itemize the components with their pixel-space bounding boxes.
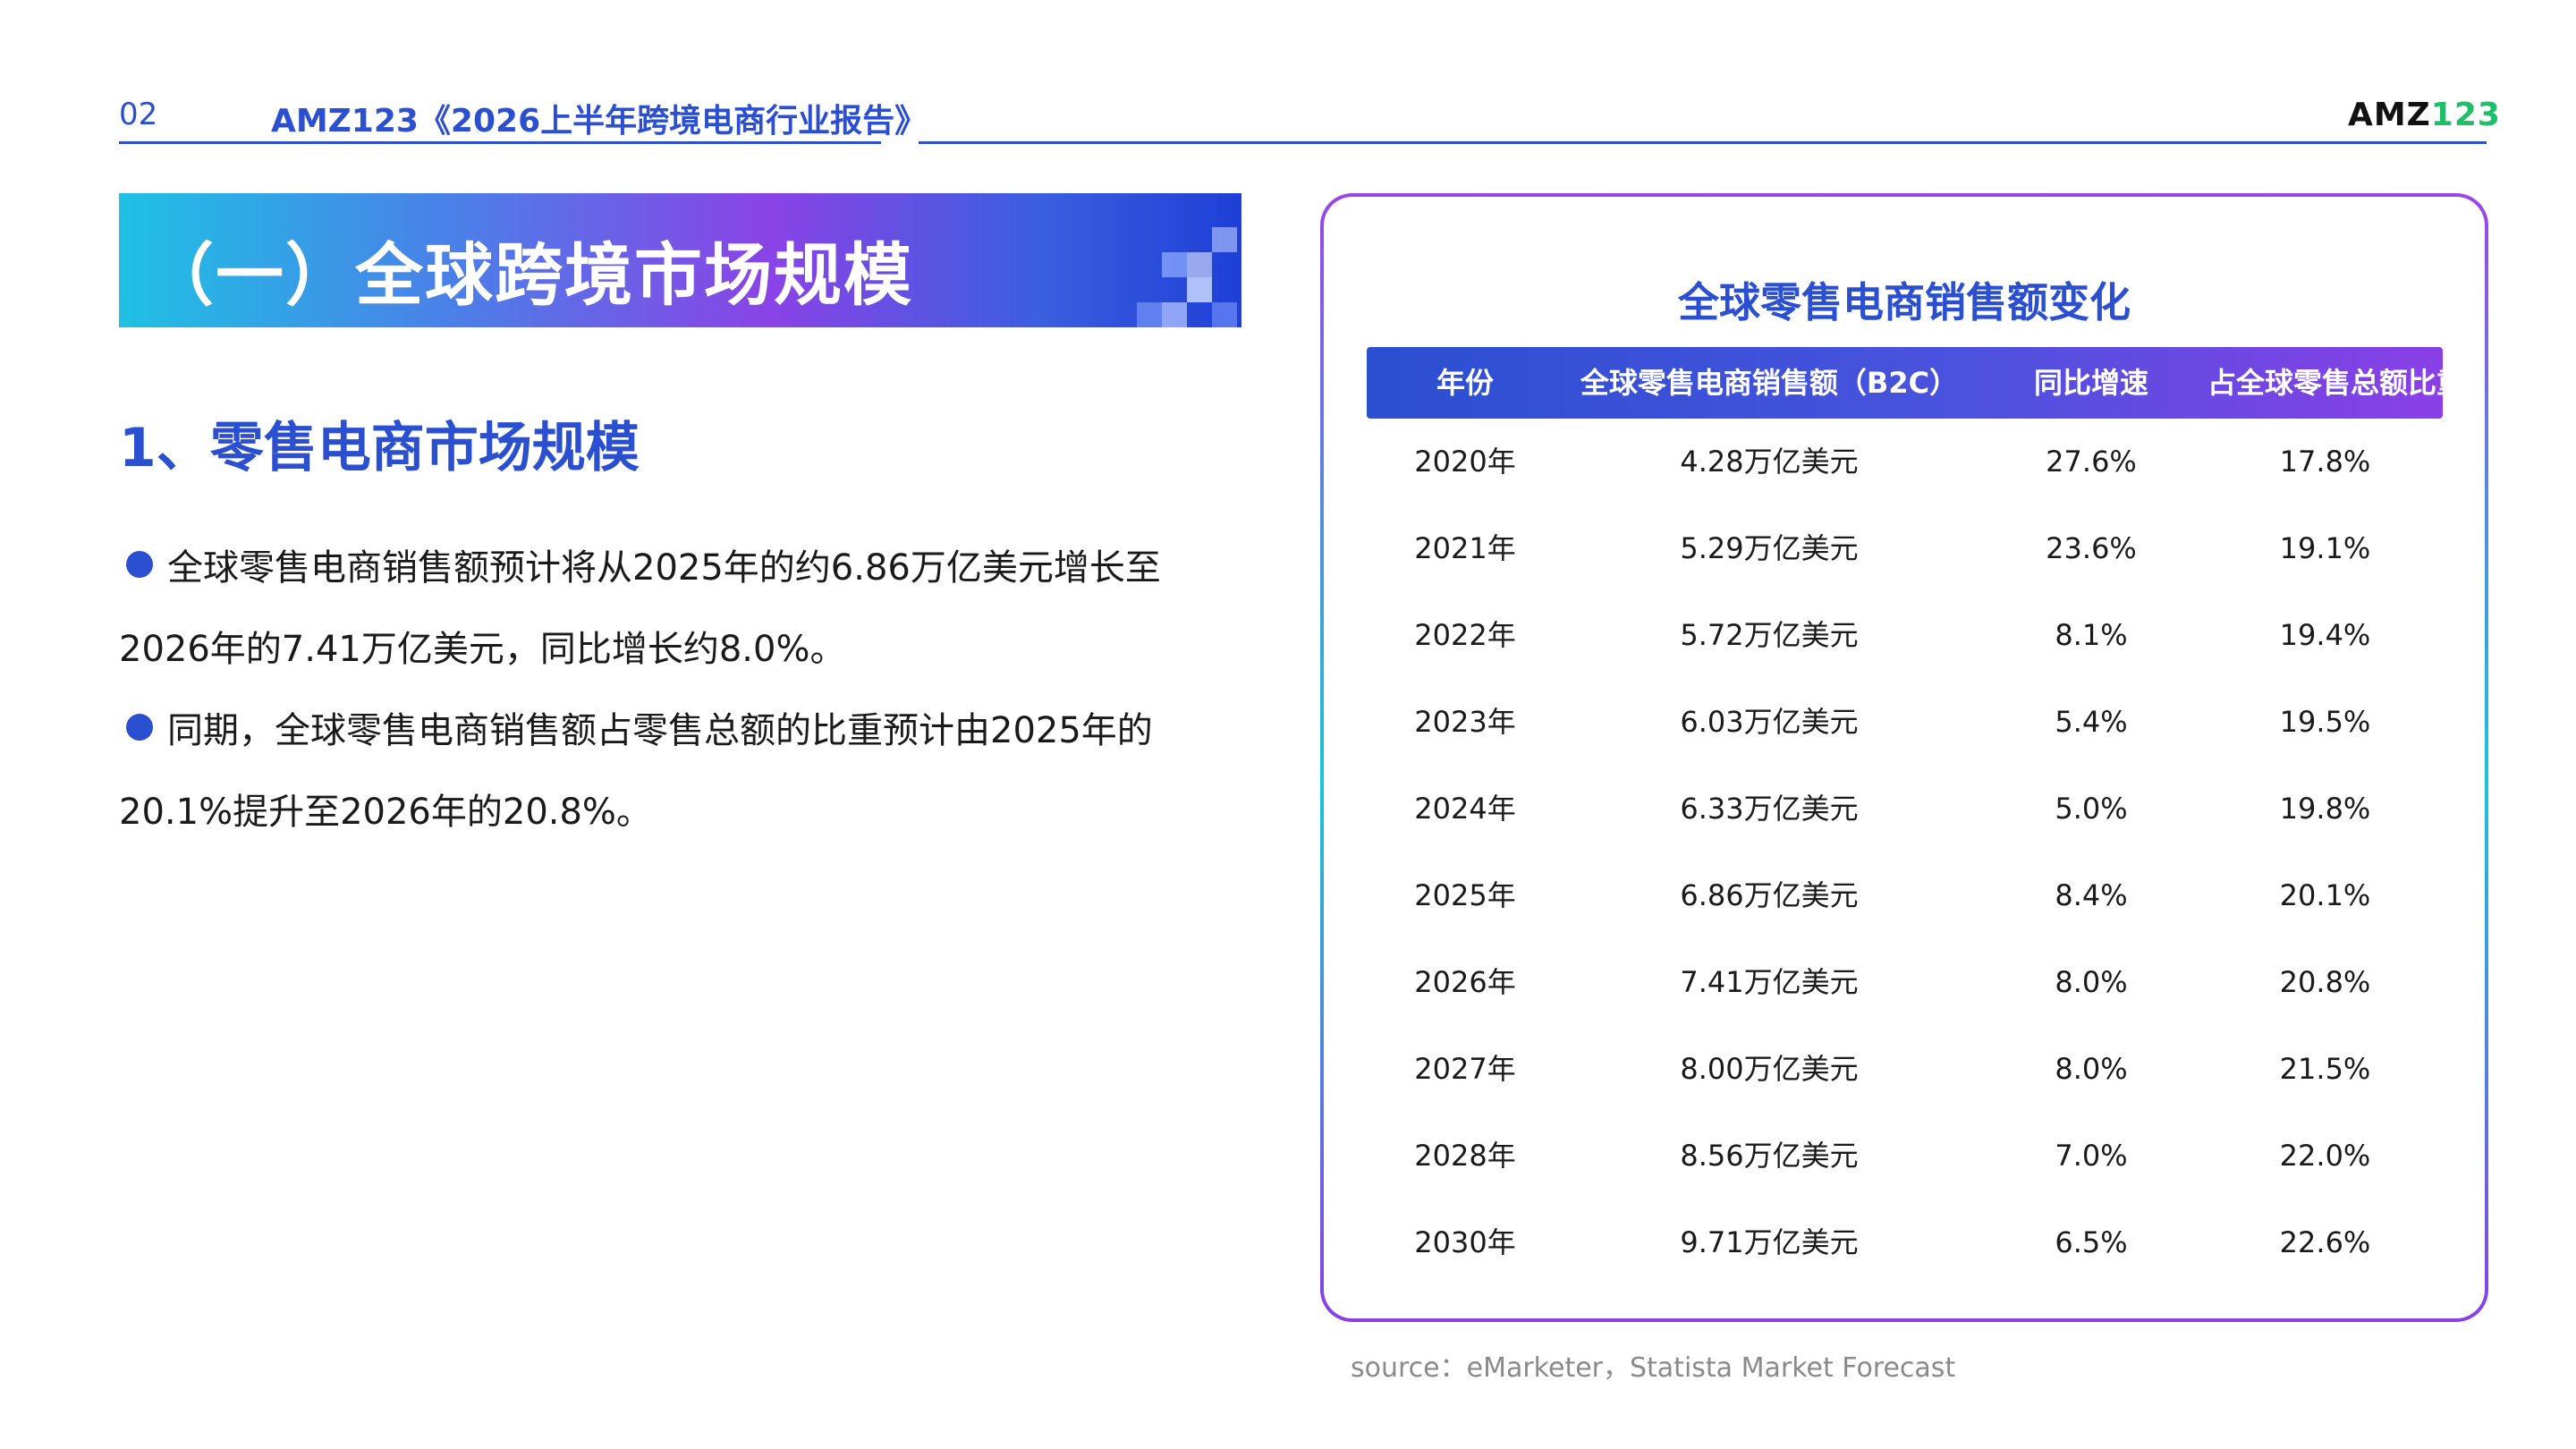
table-row: 2030年 9.71万亿美元 6.5% 22.6% (1367, 1199, 2443, 1286)
banner-decoration-square (1212, 227, 1237, 252)
cell-growth: 7.0% (2055, 1139, 2128, 1173)
table-title: 全球零售电商销售额变化 (1678, 278, 2131, 326)
cell-share: 19.8% (2279, 792, 2371, 826)
section-title: （一）全球跨境市场规模 (146, 235, 913, 315)
cell-sales: 5.29万亿美元 (1680, 531, 1859, 565)
cell-year: 2023年 (1414, 705, 1516, 739)
cell-year: 2026年 (1414, 965, 1516, 999)
section-banner: （一）全球跨境市场规模 (119, 193, 1241, 327)
cell-share: 19.5% (2279, 705, 2371, 739)
cell-sales: 5.72万亿美元 (1680, 618, 1859, 652)
cell-growth: 6.5% (2055, 1225, 2128, 1259)
cell-year: 2027年 (1414, 1052, 1516, 1086)
cell-share: 19.1% (2279, 531, 2371, 565)
paragraph-text: 同期，全球零售电商销售额占零售总额的比重预计由2025年的20.1%提升至202… (119, 710, 1153, 833)
bullet-paragraph: 全球零售电商销售额预计将从2025年的约6.86万亿美元增长至2026年的7.4… (119, 528, 1219, 691)
cell-sales: 4.28万亿美元 (1680, 445, 1859, 479)
bullet-paragraph: 同期，全球零售电商销售额占零售总额的比重预计由2025年的20.1%提升至202… (119, 691, 1219, 853)
column-header-sales: 全球零售电商销售额（B2C） (1580, 366, 1959, 400)
table-row: 2020年 4.28万亿美元 27.6% 17.8% (1367, 419, 2443, 505)
table-row: 2021年 5.29万亿美元 23.6% 19.1% (1367, 505, 2443, 592)
cell-growth: 27.6% (2046, 445, 2137, 479)
bullet-dot-icon (126, 551, 153, 578)
cell-share: 20.8% (2279, 965, 2371, 999)
cell-year: 2022年 (1414, 618, 1516, 652)
table-row: 2028年 8.56万亿美元 7.0% 22.0% (1367, 1113, 2443, 1199)
report-title: AMZ123《2026上半年跨境电商行业报告》 (271, 103, 928, 140)
table-row: 2026年 7.41万亿美元 8.0% 20.8% (1367, 939, 2443, 1026)
table-row: 2025年 6.86万亿美元 8.4% 20.1% (1367, 852, 2443, 939)
cell-growth: 8.4% (2055, 878, 2128, 912)
cell-sales: 7.41万亿美元 (1680, 965, 1859, 999)
cell-year: 2021年 (1414, 531, 1516, 565)
cell-share: 22.6% (2279, 1225, 2371, 1259)
banner-decoration-square (1212, 302, 1237, 327)
cell-sales: 9.71万亿美元 (1680, 1225, 1859, 1259)
column-header-growth: 同比增速 (2033, 366, 2148, 400)
banner-decoration-square (1162, 302, 1187, 327)
cell-share: 21.5% (2279, 1052, 2371, 1086)
table-row: 2023年 6.03万亿美元 5.4% 19.5% (1367, 679, 2443, 766)
subsection-heading: 1、零售电商市场规模 (119, 417, 640, 479)
cell-growth: 5.0% (2055, 792, 2128, 826)
cell-share: 20.1% (2279, 878, 2371, 912)
banner-decoration-square (1162, 252, 1187, 277)
logo-text-amz: AMZ (2348, 97, 2431, 133)
cell-year: 2024年 (1414, 792, 1516, 826)
cell-sales: 8.00万亿美元 (1680, 1052, 1859, 1086)
cell-year: 2025年 (1414, 878, 1516, 912)
cell-growth: 5.4% (2055, 705, 2128, 739)
cell-share: 19.4% (2279, 618, 2371, 652)
cell-growth: 8.0% (2055, 965, 2128, 999)
banner-decoration-square (1137, 302, 1162, 327)
cell-year: 2030年 (1414, 1225, 1516, 1259)
header-divider-right (919, 141, 2487, 144)
cell-sales: 6.03万亿美元 (1680, 705, 1859, 739)
cell-share: 22.0% (2279, 1139, 2371, 1173)
cell-growth: 8.0% (2055, 1052, 2128, 1086)
table-header: 年份 全球零售电商销售额（B2C） 同比增速 占全球零售总额比重 (1367, 347, 2466, 419)
cell-year: 2020年 (1414, 445, 1516, 479)
table-row: 2022年 5.72万亿美元 8.1% 19.4% (1367, 592, 2443, 679)
table-body: 2020年 4.28万亿美元 27.6% 17.8% 2021年 5.29万亿美元 23.6… (1367, 419, 2443, 1286)
cell-sales: 6.86万亿美元 (1680, 878, 1859, 912)
cell-growth: 8.1% (2055, 618, 2128, 652)
table-row: 2027年 8.00万亿美元 8.0% 21.5% (1367, 1026, 2443, 1113)
cell-share: 17.8% (2279, 445, 2371, 479)
column-header-share: 占全球零售总额比重 (2207, 366, 2466, 400)
column-header-year: 年份 (1436, 366, 1494, 400)
logo-text-123: 123 (2430, 97, 2501, 133)
page-number: 02 (119, 97, 158, 132)
source-note: source：eMarketer，Statista Market Forecas… (1351, 1352, 1956, 1384)
table-row: 2024年 6.33万亿美元 5.0% 19.8% (1367, 766, 2443, 852)
banner-decoration-square (1187, 277, 1212, 302)
header-divider-left (119, 141, 881, 144)
paragraph-text: 全球零售电商销售额预计将从2025年的约6.86万亿美元增长至2026年的7.4… (119, 547, 1161, 670)
cell-sales: 6.33万亿美元 (1680, 792, 1859, 826)
banner-decoration-square (1187, 252, 1212, 277)
amz123-logo: AMZ123 (2348, 97, 2501, 133)
cell-year: 2028年 (1414, 1139, 1516, 1173)
table-card: 全球零售电商销售额变化 年份 全球零售电商销售额（B2C） 同比增速 占全球零售… (1320, 193, 2488, 1322)
cell-growth: 23.6% (2046, 531, 2137, 565)
cell-sales: 8.56万亿美元 (1680, 1139, 1859, 1173)
bullet-dot-icon (126, 714, 153, 741)
